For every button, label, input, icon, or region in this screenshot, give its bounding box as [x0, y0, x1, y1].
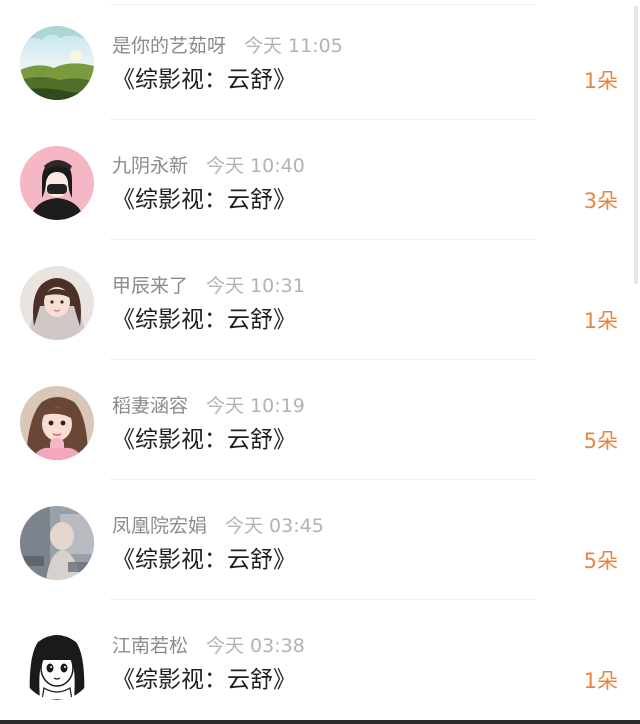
- girl-photo-avatar-icon[interactable]: [20, 266, 94, 340]
- flower-count: 1朵: [583, 69, 618, 93]
- user-name[interactable]: 是你的艺茹呀: [112, 35, 226, 57]
- user-info: 甲辰来了 今天 10:31: [112, 274, 305, 298]
- list-item[interactable]: 甲辰来了 今天 10:31 《综影视：云舒》 1朵: [0, 240, 640, 360]
- user-info: 凤凰院宏娟 今天 03:45: [112, 514, 324, 538]
- flower-count: 1朵: [583, 309, 618, 333]
- book-title[interactable]: 《综影视：云舒》: [112, 64, 296, 96]
- bottom-edge-bar: [0, 720, 640, 724]
- list-item[interactable]: 九阴永新 今天 10:40 《综影视：云舒》 3朵: [0, 120, 640, 240]
- timestamp: 今天 03:38: [206, 635, 305, 657]
- timestamp: 今天 03:45: [225, 515, 324, 537]
- list-item[interactable]: 江南若松 今天 03:38 《综影视：云舒》 1朵: [0, 600, 640, 720]
- book-title[interactable]: 《综影视：云舒》: [112, 424, 296, 456]
- girl-photo-avatar-icon[interactable]: [20, 386, 94, 460]
- flower-count: 5朵: [583, 429, 618, 453]
- user-name[interactable]: 稻妻涵容: [112, 395, 188, 417]
- user-info: 是你的艺茹呀 今天 11:05: [112, 34, 343, 58]
- book-title[interactable]: 《综影视：云舒》: [112, 304, 296, 336]
- book-title[interactable]: 《综影视：云舒》: [112, 544, 296, 576]
- list-item[interactable]: 凤凰院宏娟 今天 03:45 《综影视：云舒》 5朵: [0, 480, 640, 600]
- scrollbar[interactable]: [634, 6, 638, 284]
- flower-count: 1朵: [583, 669, 618, 693]
- book-title[interactable]: 《综影视：云舒》: [112, 664, 296, 696]
- gift-list-page: 是你的艺茹呀 今天 11:05 《综影视：云舒》 1朵 九阴永新 今天 10:40: [0, 0, 640, 724]
- masked-girl-avatar-icon[interactable]: [20, 146, 94, 220]
- landscape-avatar-icon[interactable]: [20, 26, 94, 100]
- timestamp: 今天 10:40: [206, 155, 305, 177]
- user-name[interactable]: 九阴永新: [112, 155, 188, 177]
- user-info: 稻妻涵容 今天 10:19: [112, 394, 305, 418]
- anime-girl-avatar-icon[interactable]: [20, 626, 94, 700]
- blurred-photo-avatar-icon[interactable]: [20, 506, 94, 580]
- list-item[interactable]: 是你的艺茹呀 今天 11:05 《综影视：云舒》 1朵: [0, 0, 640, 120]
- book-title[interactable]: 《综影视：云舒》: [112, 184, 296, 216]
- flower-count: 5朵: [583, 549, 618, 573]
- list-item[interactable]: 稻妻涵容 今天 10:19 《综影视：云舒》 5朵: [0, 360, 640, 480]
- user-name[interactable]: 凤凰院宏娟: [112, 515, 207, 537]
- timestamp: 今天 10:31: [206, 275, 305, 297]
- user-info: 江南若松 今天 03:38: [112, 634, 305, 658]
- timestamp: 今天 11:05: [244, 35, 343, 57]
- timestamp: 今天 10:19: [206, 395, 305, 417]
- flower-count: 3朵: [583, 189, 618, 213]
- user-name[interactable]: 江南若松: [112, 635, 188, 657]
- user-name[interactable]: 甲辰来了: [112, 275, 188, 297]
- user-info: 九阴永新 今天 10:40: [112, 154, 305, 178]
